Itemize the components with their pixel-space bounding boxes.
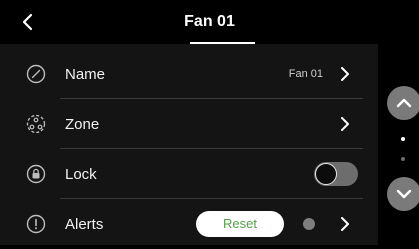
lock-toggle[interactable] <box>314 162 358 186</box>
name-row[interactable]: Name Fan 01 <box>0 49 378 99</box>
alerts-label: Alerts <box>65 216 104 233</box>
header-bar: Fan 01 <box>0 0 419 44</box>
lock-row: Lock <box>0 149 378 199</box>
chevron-right-icon[interactable] <box>338 67 352 81</box>
zone-label: Zone <box>65 116 100 133</box>
toggle-knob <box>315 163 337 185</box>
name-value: Fan 01 <box>288 68 323 80</box>
chevron-right-icon[interactable] <box>338 117 352 131</box>
settings-panel: Name Fan 01 Zone Lock Alerts Reset <box>0 44 378 245</box>
lock-label: Lock <box>65 166 97 183</box>
page-indicator-inactive <box>401 157 405 161</box>
page-title: Fan 01 <box>184 13 235 30</box>
edit-circle-icon <box>26 64 46 84</box>
chevron-down-icon <box>396 189 412 199</box>
zone-row[interactable]: Zone <box>0 99 378 149</box>
reset-button[interactable]: Reset <box>196 211 284 237</box>
chevron-right-icon[interactable] <box>338 217 352 231</box>
scroll-down-button[interactable] <box>387 177 419 211</box>
alert-icon <box>26 214 46 234</box>
scroll-up-button[interactable] <box>387 86 419 120</box>
zone-icon <box>26 114 46 134</box>
lock-icon <box>26 164 46 184</box>
alert-status-dot <box>303 218 315 230</box>
alerts-row[interactable]: Alerts Reset <box>0 199 378 249</box>
name-label: Name <box>65 66 106 83</box>
page-indicator-active <box>401 137 405 141</box>
chevron-up-icon <box>396 98 412 108</box>
